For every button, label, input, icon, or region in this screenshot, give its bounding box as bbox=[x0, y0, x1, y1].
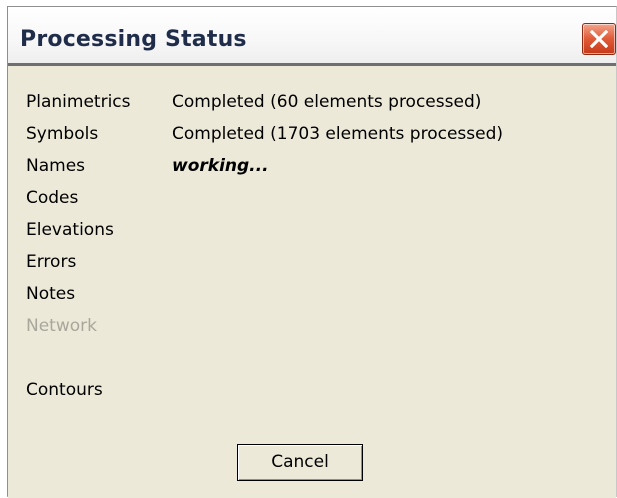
row-label: Notes bbox=[26, 284, 76, 304]
row-label: Errors bbox=[26, 252, 77, 272]
row-label: Planimetrics bbox=[26, 92, 131, 112]
row-status-working: working... bbox=[172, 156, 269, 176]
row-label: Elevations bbox=[26, 220, 114, 240]
row-label-disabled: Network bbox=[26, 316, 97, 336]
row-label: Contours bbox=[26, 380, 103, 400]
row-label: Codes bbox=[26, 188, 79, 208]
close-button[interactable] bbox=[582, 23, 616, 55]
row-label: Names bbox=[26, 156, 86, 176]
row-status: Completed (60 elements processed) bbox=[172, 92, 482, 112]
dialog-title: Processing Status bbox=[20, 27, 247, 52]
title-bar[interactable]: Processing Status bbox=[8, 7, 616, 69]
row-status: Completed (1703 elements processed) bbox=[172, 124, 503, 144]
dialog-content: Planimetrics Completed (60 elements proc… bbox=[8, 66, 616, 498]
processing-status-dialog: Processing Status Planimetrics Completed… bbox=[7, 6, 617, 498]
cancel-button[interactable]: Cancel bbox=[237, 444, 363, 481]
row-label: Symbols bbox=[26, 124, 99, 144]
close-x-icon bbox=[590, 30, 608, 48]
